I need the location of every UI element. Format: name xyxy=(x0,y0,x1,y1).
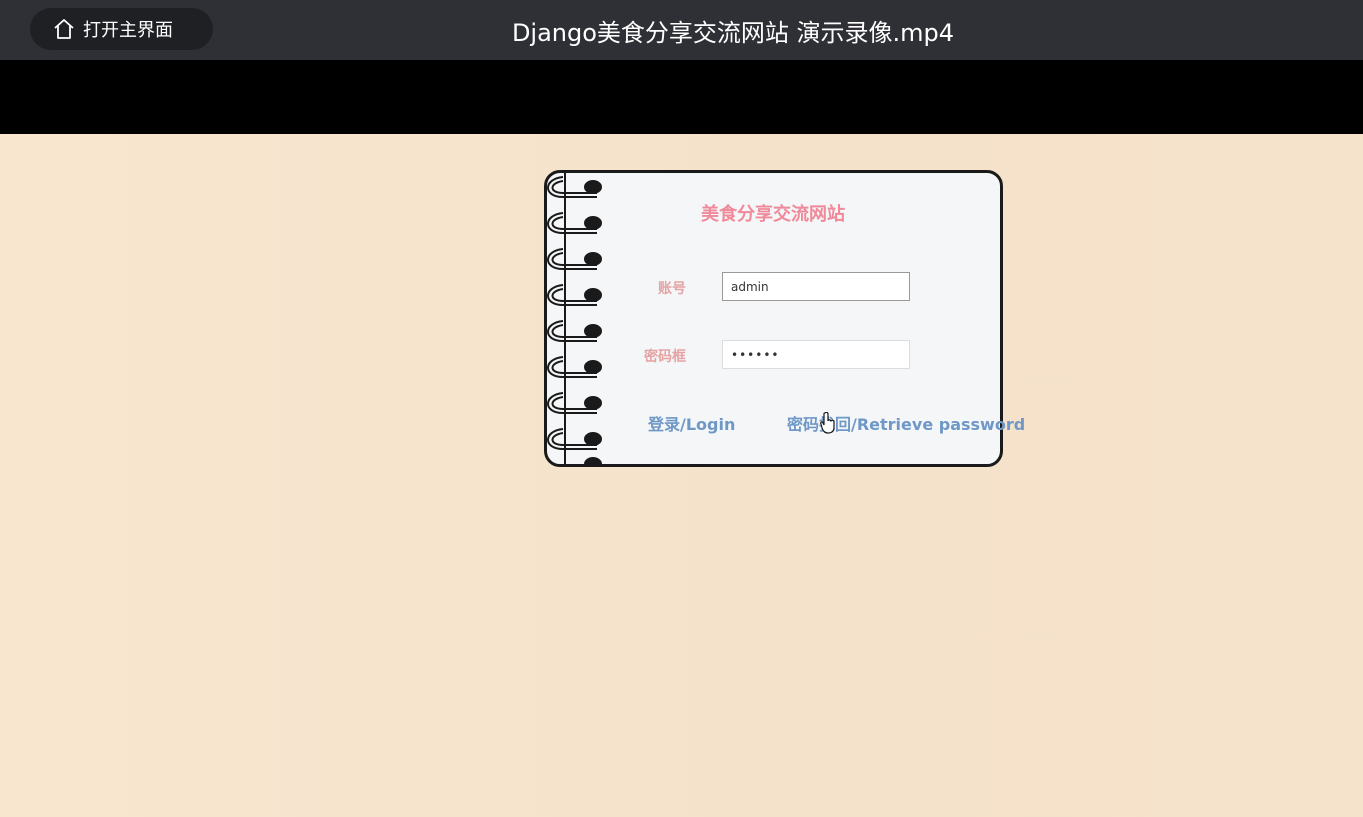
video-title: Django美食分享交流网站 演示录像.mp4 xyxy=(511,19,955,47)
account-input[interactable] xyxy=(722,272,910,301)
password-label: 密码框 xyxy=(644,349,686,365)
account-label: 账号 xyxy=(658,281,686,297)
hand-pointer-icon xyxy=(820,412,835,434)
video-letterbox xyxy=(0,60,1363,134)
spiral-binding-icon xyxy=(547,176,602,467)
login-button[interactable]: 登录/Login xyxy=(648,411,735,435)
password-input[interactable] xyxy=(722,340,910,369)
site-title: 美食分享交流网站 xyxy=(701,204,845,225)
